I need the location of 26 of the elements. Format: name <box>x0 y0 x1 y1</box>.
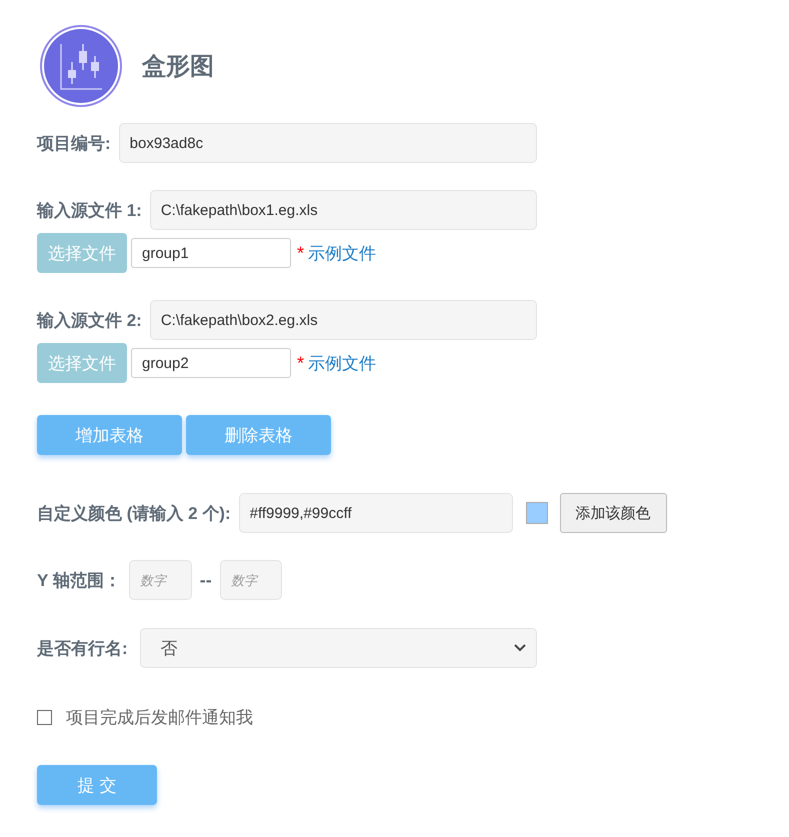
colors-field[interactable]: #ff9999,#99ccff <box>238 493 513 533</box>
checkbox-label: 项目完成后发邮件通知我 <box>66 707 253 729</box>
field-label: 项目编号: <box>37 132 111 154</box>
field-label: 是否有行名: <box>37 638 128 660</box>
y-min-field[interactable]: 数字 <box>128 560 192 600</box>
example-file-link[interactable]: 示例文件 <box>308 242 376 264</box>
box-plot-logo-icon <box>39 24 123 108</box>
group-name-field[interactable]: group1 <box>131 238 291 268</box>
group-name-field[interactable]: group2 <box>131 348 291 378</box>
add-color-button[interactable]: 添加该颜色 <box>560 493 667 533</box>
field-label: Y 轴范围： <box>37 570 121 592</box>
file-path-field[interactable]: C:\fakepath\box1.eg.xls <box>150 190 537 230</box>
file-path-field[interactable]: C:\fakepath\box2.eg.xls <box>150 300 537 340</box>
project-id-field[interactable]: box93ad8c <box>118 123 537 163</box>
notify-checkbox[interactable] <box>37 710 52 725</box>
chevron-down-icon <box>514 644 526 652</box>
required-asterisk: * <box>297 352 304 374</box>
required-asterisk: * <box>297 242 304 264</box>
example-file-link[interactable]: 示例文件 <box>308 352 376 374</box>
field-label: 自定义颜色 (请输入 2 个): <box>37 502 231 524</box>
range-separator: -- <box>200 570 212 590</box>
field-label: 输入源文件 1: <box>37 200 142 222</box>
row-names-select[interactable]: 否 <box>140 628 537 668</box>
y-max-field[interactable]: 数字 <box>220 560 282 600</box>
field-label: 输入源文件 2: <box>37 310 142 332</box>
page-title: 盒形图 <box>142 52 214 82</box>
